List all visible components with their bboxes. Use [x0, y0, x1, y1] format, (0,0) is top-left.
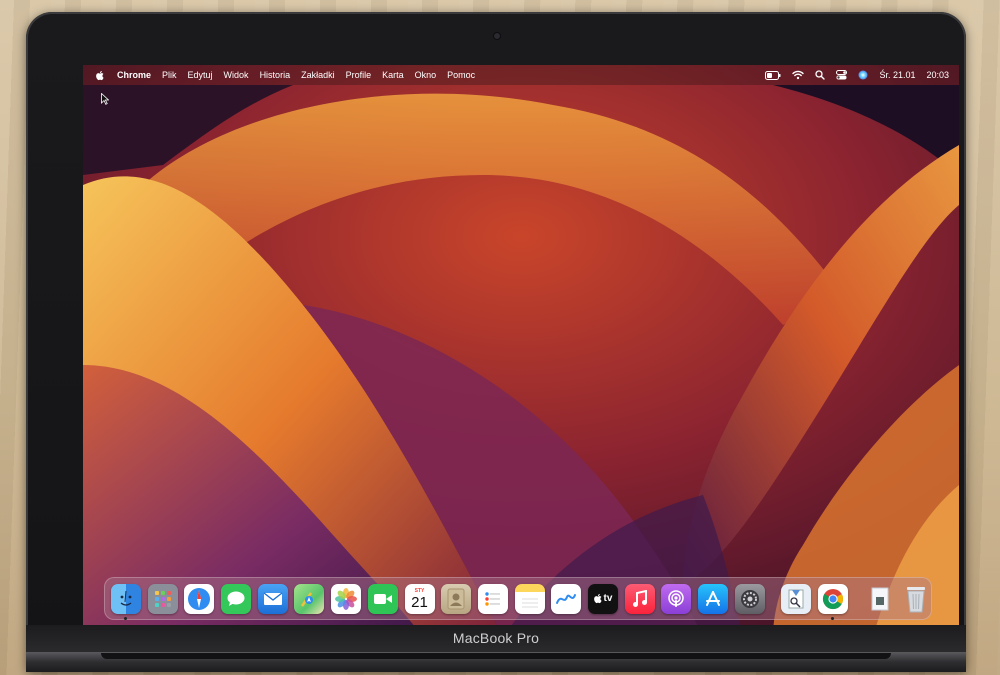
webcam: [494, 33, 500, 39]
menu-item-view[interactable]: Widok: [224, 70, 249, 80]
safari-icon[interactable]: [184, 583, 215, 614]
screen: Chrome Plik Edytuj Widok Historia Zakład…: [83, 65, 959, 637]
control-center-icon[interactable]: [836, 70, 848, 80]
menu-item-profiles[interactable]: Profile: [346, 70, 372, 80]
siri-icon[interactable]: [858, 70, 868, 80]
system-settings-icon[interactable]: [734, 583, 765, 614]
dock: STY 21 tv: [104, 577, 932, 620]
apple-logo-icon[interactable]: [95, 70, 104, 81]
menu-item-edit[interactable]: Edytuj: [188, 70, 213, 80]
finder-icon[interactable]: [111, 583, 141, 620]
battery-icon[interactable]: [765, 70, 781, 80]
menu-item-help[interactable]: Pomoc: [447, 70, 475, 80]
menu-clock[interactable]: 20:03: [926, 70, 949, 80]
mouse-pointer-icon: [101, 93, 109, 105]
chrome-icon[interactable]: [818, 583, 849, 620]
music-icon[interactable]: [624, 583, 655, 614]
laptop-body: Chrome Plik Edytuj Widok Historia Zakład…: [26, 12, 966, 672]
running-indicator: [831, 616, 835, 620]
tv-label: tv: [603, 593, 613, 604]
calendar-icon[interactable]: STY 21: [404, 583, 435, 614]
running-indicator: [124, 616, 127, 620]
maps-icon[interactable]: [294, 583, 325, 614]
menu-item-bookmarks[interactable]: Zakładki: [301, 70, 335, 80]
photos-icon[interactable]: [331, 583, 362, 614]
menu-app-name[interactable]: Chrome: [117, 70, 151, 80]
menu-item-history[interactable]: Historia: [260, 70, 291, 80]
lid-notch: [101, 653, 891, 659]
preview-icon[interactable]: [781, 583, 812, 614]
notes-icon[interactable]: [514, 583, 545, 614]
messages-icon[interactable]: [221, 583, 252, 614]
freeform-icon[interactable]: [551, 583, 582, 614]
launchpad-icon[interactable]: [147, 583, 178, 614]
trash-icon[interactable]: [901, 584, 931, 614]
podcasts-icon[interactable]: [661, 583, 692, 614]
mail-icon[interactable]: [257, 583, 288, 614]
macbook-model-label: MacBook Pro: [452, 630, 540, 646]
reminders-icon[interactable]: [477, 583, 508, 614]
menu-item-file[interactable]: Plik: [162, 70, 177, 80]
desktop-wallpaper: [83, 65, 959, 637]
menu-item-window[interactable]: Okno: [415, 70, 437, 80]
menu-date[interactable]: Śr. 21.01: [879, 70, 915, 80]
menu-bar: Chrome Plik Edytuj Widok Historia Zakład…: [83, 65, 959, 85]
wifi-icon[interactable]: [792, 70, 805, 80]
calendar-day: 21: [411, 594, 428, 611]
menu-item-tab[interactable]: Karta: [382, 70, 404, 80]
apple-tv-icon[interactable]: tv: [587, 583, 618, 614]
contacts-icon[interactable]: [441, 583, 472, 614]
app-store-icon[interactable]: [698, 583, 728, 614]
facetime-icon[interactable]: [367, 583, 398, 614]
downloads-stack-icon[interactable]: [865, 584, 895, 614]
spotlight-search-icon[interactable]: [815, 70, 826, 80]
